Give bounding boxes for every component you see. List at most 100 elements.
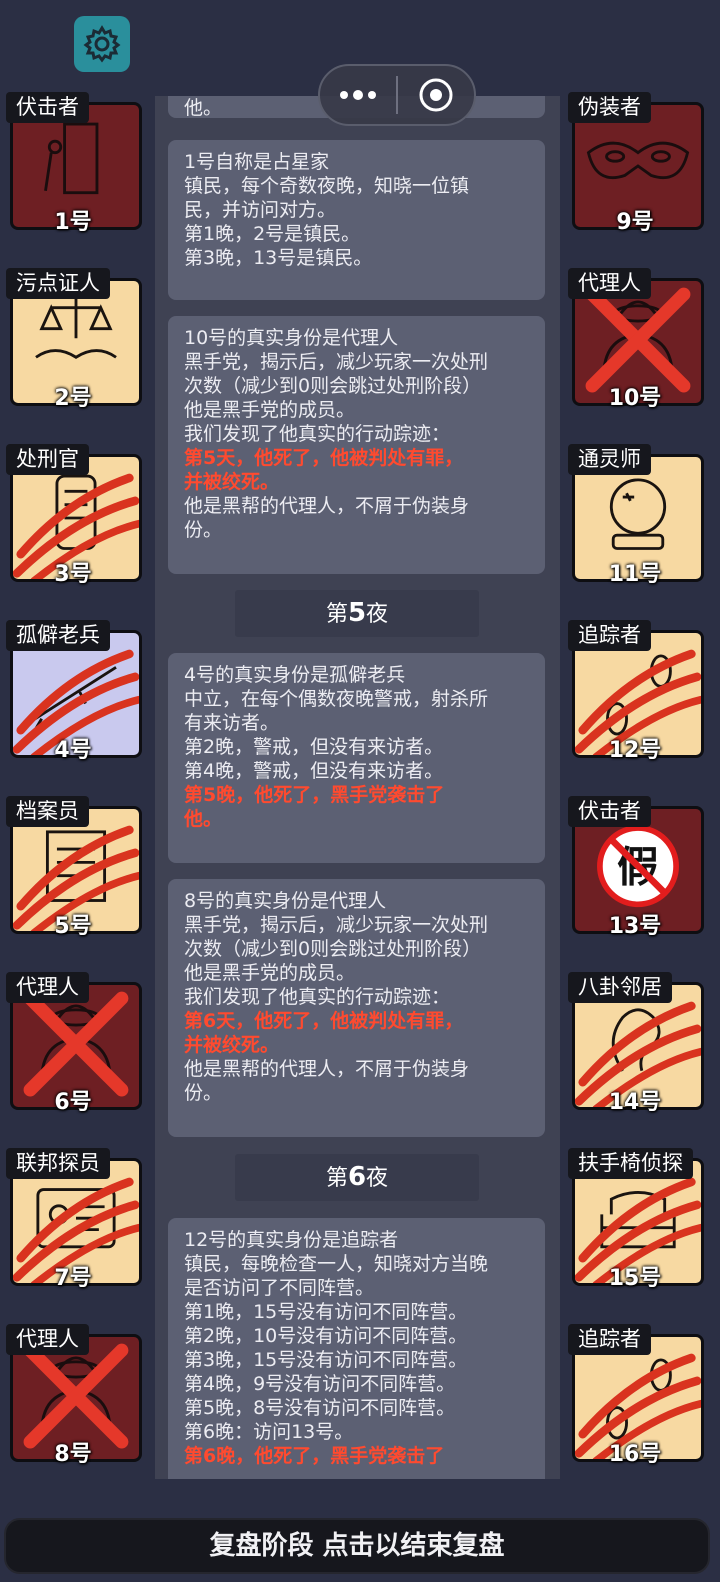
close-miniprogram-button[interactable]	[398, 66, 474, 124]
log-line: 中立，在每个偶数夜晚警戒，射杀所	[184, 688, 489, 710]
end-replay-button[interactable]: 复盘阶段 点击以结束复盘	[4, 1518, 710, 1574]
log-line: 他是黑帮的代理人，不屑于伪装身	[184, 1058, 470, 1080]
death-line: 第6晚，他死了，黑手党袭击了	[184, 1445, 445, 1467]
player-number: 7号	[54, 1266, 92, 1291]
player-card[interactable]: 代理人 6号	[4, 972, 142, 1115]
night-prefix: 第	[325, 1166, 348, 1191]
player-card[interactable]: 扶手椅侦探 15号	[566, 1148, 704, 1291]
player-number: 8号	[54, 1442, 92, 1467]
role-label: 代理人	[568, 268, 651, 299]
player-card[interactable]: 通灵师 11号	[566, 444, 704, 587]
player-number: 11号	[608, 562, 662, 587]
player-number: 3号	[54, 562, 92, 587]
player-card[interactable]: 联邦探员 7号	[4, 1148, 142, 1291]
night-suffix: 夜	[366, 1166, 389, 1191]
log-entry: 4号的真实身份是孤僻老兵 中立，在每个偶数夜晚警戒，射杀所 有来访者。 第2晚，…	[168, 653, 545, 863]
role-label: 代理人	[6, 1324, 89, 1355]
player-number: 5号	[54, 914, 92, 939]
death-line: 第5晚，他死了，黑手党袭击了	[184, 784, 445, 806]
log-line: 第2晚，警戒，但没有来访者。	[184, 736, 444, 758]
log-line: 有来访者。	[184, 712, 280, 734]
role-label: 伏击者	[568, 796, 651, 827]
death-line: 并被绞死。	[184, 471, 280, 493]
log-line: 第2晚，10号没有访问不同阵营。	[184, 1325, 468, 1347]
player-card[interactable]: 代理人 8号	[4, 1324, 142, 1467]
log-line: 他是黑手党的成员。	[184, 962, 356, 984]
log-entry: 1号自称是占星家 镇民，每个奇数夜晚，知晓一位镇 民，并访问对方。 第1晚，2号…	[168, 140, 545, 300]
player-number: 12号	[608, 738, 662, 763]
player-card[interactable]: 假伏击者13号	[566, 796, 704, 939]
night-prefix: 第	[325, 602, 348, 627]
red-cross-icon	[585, 287, 691, 393]
role-label: 档案员	[6, 796, 89, 827]
log-line: 10号的真实身份是代理人	[184, 327, 399, 349]
player-card[interactable]: 八卦邻居 14号	[566, 972, 704, 1115]
log-line: 黑手党，揭示后，减少玩家一次处刑	[184, 914, 489, 936]
log-line: 他是黑手党的成员。	[184, 399, 356, 421]
role-label: 八卦邻居	[568, 972, 672, 1003]
role-label: 追踪者	[568, 1324, 651, 1355]
log-entry: 8号的真实身份是代理人 黑手党，揭示后，减少玩家一次处刑 次数（减少到0则会跳过…	[168, 879, 545, 1137]
settings-button[interactable]	[74, 16, 130, 72]
player-card[interactable]: 追踪者 12号	[566, 620, 704, 763]
red-cross-icon	[23, 991, 129, 1097]
death-line: 第5天，他死了，他被判处有罪，	[184, 447, 464, 469]
player-card[interactable]: 孤僻老兵 4号	[4, 620, 142, 763]
log-line: 第4晚，警戒，但没有来访者。	[184, 760, 444, 782]
role-label: 处刑官	[6, 444, 89, 475]
log-line: 他是黑帮的代理人，不屑于伪装身	[184, 495, 470, 517]
role-label: 追踪者	[568, 620, 651, 651]
player-card[interactable]: 伏击者 1号	[4, 92, 142, 235]
night-header: 第6夜	[235, 1154, 479, 1201]
role-label: 伏击者	[6, 92, 89, 123]
player-number: 14号	[608, 1090, 662, 1115]
log-line: 第4晚，9号没有访问不同阵营。	[184, 1373, 456, 1395]
role-label: 伪装者	[568, 92, 651, 123]
player-number: 2号	[54, 386, 92, 411]
player-card[interactable]: 伪装者 9号	[566, 92, 704, 235]
player-card[interactable]: 处刑官 3号	[4, 444, 142, 587]
player-card[interactable]: 追踪者 16号	[566, 1324, 704, 1467]
player-number: 15号	[608, 1266, 662, 1291]
player-card[interactable]: 档案员 5号	[4, 796, 142, 939]
night-header: 第5夜	[235, 590, 479, 637]
log-line: 是否访问了不同阵营。	[184, 1277, 375, 1299]
log-line: 镇民，每晚检查一人，知晓对方当晚	[184, 1253, 489, 1275]
player-card[interactable]: 代理人 10号	[566, 268, 704, 411]
log-line: 次数（减少到0则会跳过处刑阶段）	[184, 375, 482, 397]
log-entry: 10号的真实身份是代理人 黑手党，揭示后，减少玩家一次处刑 次数（减少到0则会跳…	[168, 316, 545, 574]
log-line: 我们发现了他真实的行动踪迹：	[184, 423, 451, 445]
log-line: 我们发现了他真实的行动踪迹：	[184, 986, 451, 1008]
log-line: 镇民，每个奇数夜晚，知晓一位镇	[184, 175, 470, 197]
player-number: 16号	[608, 1442, 662, 1467]
role-label: 联邦探员	[6, 1148, 110, 1179]
log-line: 第5晚，8号没有访问不同阵营。	[184, 1397, 456, 1419]
player-number: 13号	[608, 914, 662, 939]
player-number: 4号	[54, 738, 92, 763]
player-card[interactable]: 污点证人 2号	[4, 268, 142, 411]
log-line: 民，并访问对方。	[184, 199, 337, 221]
log-line: 4号的真实身份是孤僻老兵	[184, 664, 406, 686]
log-line: 8号的真实身份是代理人	[184, 890, 387, 912]
role-label: 孤僻老兵	[6, 620, 110, 651]
target-circle-icon	[419, 78, 453, 112]
replay-log[interactable]: 他。 1号自称是占星家 镇民，每个奇数夜晚，知晓一位镇 民，并访问对方。 第1晚…	[155, 96, 560, 1479]
night-suffix: 夜	[366, 602, 389, 627]
role-label: 代理人	[6, 972, 89, 1003]
role-label: 通灵师	[568, 444, 651, 475]
log-line: 第6晚：访问13号。	[184, 1421, 354, 1443]
death-line: 并被绞死。	[184, 1034, 280, 1056]
death-line: 第6天，他死了，他被判处有罪，	[184, 1010, 464, 1032]
log-line: 份。	[184, 1082, 223, 1104]
log-line: 1号自称是占星家	[184, 151, 330, 173]
log-line: 黑手党，揭示后，减少玩家一次处刑	[184, 351, 489, 373]
player-number: 10号	[608, 386, 662, 411]
log-line: 第3晚，15号没有访问不同阵营。	[184, 1349, 468, 1371]
log-line: 第1晚，15号没有访问不同阵营。	[184, 1301, 468, 1323]
role-label: 扶手椅侦探	[568, 1148, 693, 1179]
more-button[interactable]	[320, 66, 396, 124]
night-number: 6	[347, 1162, 367, 1192]
log-line: 份。	[184, 519, 223, 541]
red-cross-icon	[23, 1343, 129, 1449]
player-number: 1号	[54, 210, 92, 235]
